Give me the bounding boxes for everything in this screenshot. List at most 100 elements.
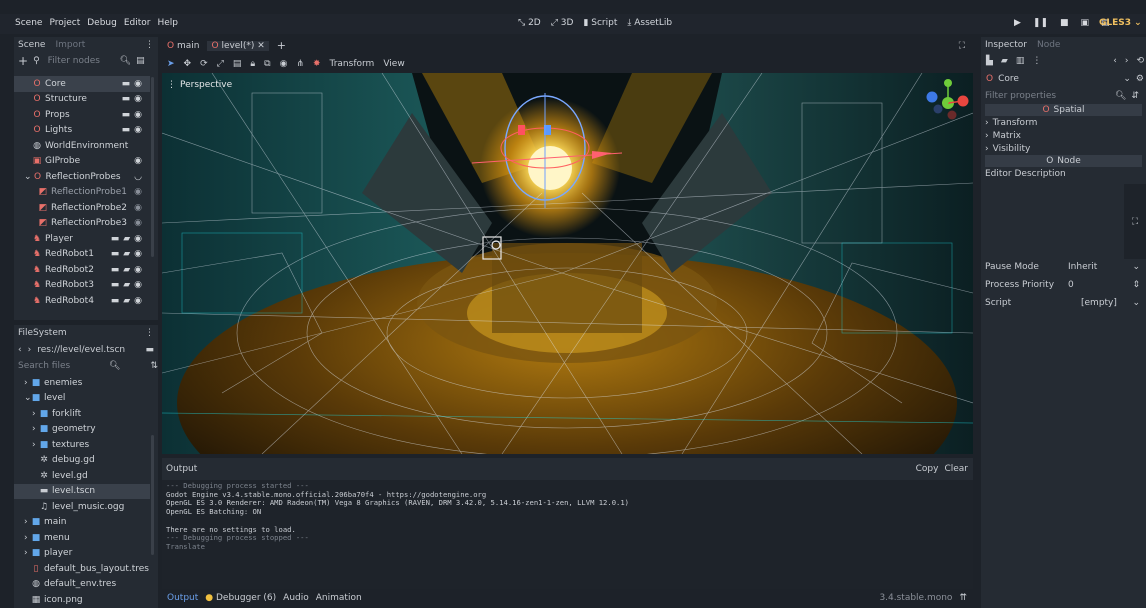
chevron-right-icon[interactable]: › — [24, 533, 31, 543]
mode-3d[interactable]: ⤢ 3D — [551, 18, 574, 28]
visibility-icon[interactable]: ◉ — [134, 110, 142, 120]
script-icon[interactable]: ▰ — [123, 280, 130, 290]
mode-script[interactable]: ▮ Script — [583, 18, 617, 28]
fullscreen-icon[interactable]: ⛶ — [959, 41, 965, 51]
file-item[interactable]: ▬ level.tscn — [14, 483, 150, 499]
scene-node[interactable]: ◩ ReflectionProbe2 ◉ — [14, 200, 150, 216]
transform-menu[interactable]: Transform — [330, 59, 375, 69]
property-group-matrix[interactable]: › Matrix — [985, 129, 1146, 142]
tab-scene[interactable]: Scene — [18, 40, 45, 50]
file-item[interactable]: › ■ forklift — [14, 406, 150, 422]
search-icon[interactable]: 🔍︎ — [1115, 91, 1126, 101]
select-tool-icon[interactable]: ➤ — [167, 59, 175, 69]
menu-editor[interactable]: Editor — [124, 18, 151, 28]
tab-debugger[interactable]: ● Debugger (6) — [205, 593, 276, 603]
close-tab-icon[interactable]: ✕ — [257, 41, 265, 51]
instance-icon[interactable]: ▬ — [111, 249, 120, 259]
tab-animation[interactable]: Animation — [316, 593, 362, 603]
file-item[interactable]: ✲ debug.gd — [14, 453, 150, 469]
inspector-options-icon[interactable]: ⇵ — [1131, 91, 1139, 101]
scene-node[interactable]: ▣ GIProbe ◉ — [14, 154, 150, 170]
save-resource-icon[interactable]: ▥ — [1016, 56, 1025, 66]
scene-node[interactable]: ◩ ReflectionProbe3 ◉ — [14, 216, 150, 232]
split-view-icon[interactable]: ▬ — [145, 345, 154, 355]
property-value[interactable]: [empty] ⌄ — [1068, 298, 1142, 308]
chevron-right-icon[interactable]: › — [32, 409, 39, 419]
visibility-icon[interactable]: ◉ — [134, 234, 142, 244]
output-log[interactable]: --- Debugging process started --- Godot E… — [162, 480, 973, 589]
script-icon[interactable]: ▰ — [123, 265, 130, 275]
scene-node[interactable]: O Props ▬ ◉ — [14, 107, 150, 123]
visibility-icon[interactable]: ◉ — [134, 280, 142, 290]
new-tab-icon[interactable]: + — [277, 39, 286, 52]
file-item[interactable]: › ■ enemies — [14, 375, 150, 391]
scene-tree-scrollbar[interactable] — [151, 77, 154, 257]
scene-node[interactable]: ♞ Player ▬ ▰ ◉ — [14, 231, 150, 247]
file-item[interactable]: ▯ default_bus_layout.tres — [14, 561, 150, 577]
description-expand[interactable]: ⛶ — [1124, 184, 1146, 259]
back-icon[interactable]: ‹ — [18, 345, 22, 355]
search-icon[interactable]: 🔍︎ — [109, 361, 120, 371]
open-resource-icon[interactable]: ▰ — [1001, 56, 1008, 66]
menu-project[interactable]: Project — [49, 18, 80, 28]
stop-icon[interactable]: ■ — [1060, 18, 1069, 28]
pin-panel-icon[interactable]: ⇈ — [959, 593, 967, 603]
menu-scene[interactable]: Scene — [15, 18, 42, 28]
forward-icon[interactable]: › — [28, 345, 32, 355]
instance-icon[interactable]: ▬ — [122, 94, 131, 104]
snap-icon[interactable]: ⋔ — [296, 59, 304, 69]
add-node-icon[interactable]: + — [18, 54, 28, 68]
tab-import[interactable]: Import — [55, 40, 85, 50]
tab-inspector[interactable]: Inspector — [985, 40, 1027, 50]
scene-node[interactable]: ♞ RedRobot3 ▬ ▰ ◉ — [14, 278, 150, 294]
property-group-transform[interactable]: › Transform — [985, 116, 1146, 129]
file-tree-scrollbar[interactable] — [151, 435, 154, 555]
perspective-menu[interactable]: ⋮ Perspective — [167, 80, 232, 90]
chevron-right-icon[interactable]: › — [24, 517, 31, 527]
mode-assetlib[interactable]: ⤓ AssetLib — [627, 18, 672, 28]
chevron-down-icon[interactable]: ⌄ — [24, 393, 32, 403]
chevron-down-icon[interactable]: ⌄ — [24, 172, 32, 182]
chevron-right-icon[interactable]: › — [32, 424, 39, 434]
tab-audio[interactable]: Audio — [283, 593, 309, 603]
property-value[interactable]: 0 ⇕ — [1068, 280, 1142, 290]
script-icon[interactable]: ▰ — [123, 234, 130, 244]
sort-icon[interactable]: ⇅ — [150, 361, 158, 371]
file-item[interactable]: ♫ level_music.ogg — [14, 499, 150, 515]
file-item[interactable]: ▦ icon.png — [14, 592, 150, 608]
file-item[interactable]: › ■ main — [14, 515, 150, 531]
file-item[interactable]: ⌄ ■ level — [14, 391, 150, 407]
property-group-visibility[interactable]: › Visibility — [985, 142, 1146, 155]
file-item[interactable]: ✲ level.gd — [14, 468, 150, 484]
scene-node[interactable]: O Lights ▬ ◉ — [14, 123, 150, 139]
history-forward-icon[interactable]: › — [1125, 56, 1129, 66]
visibility-icon[interactable]: ◉ — [134, 218, 142, 228]
scale-tool-icon[interactable]: ⤢ — [217, 59, 224, 69]
rotate-tool-icon[interactable]: ⟳ — [200, 59, 208, 69]
search-icon[interactable]: 🔍︎ — [120, 56, 131, 66]
instance-icon[interactable]: ▬ — [122, 125, 131, 135]
script-icon[interactable]: ▰ — [123, 296, 130, 306]
move-tool-icon[interactable]: ✥ — [184, 59, 192, 69]
file-item[interactable]: › ■ menu — [14, 530, 150, 546]
list-select-icon[interactable]: ▤ — [233, 59, 242, 69]
resource-menu-icon[interactable]: ⋮ — [1032, 56, 1041, 66]
visibility-icon[interactable]: ◉ — [134, 125, 142, 135]
tab-level[interactable]: O level(*) ✕ — [207, 40, 269, 51]
visibility-icon[interactable]: ◉ — [134, 79, 142, 89]
pause-icon[interactable]: ❚❚ — [1033, 18, 1048, 28]
hidden-icon[interactable]: ◡ — [134, 172, 142, 182]
instance-icon[interactable]: ▬ — [111, 234, 120, 244]
menu-help[interactable]: Help — [158, 18, 179, 28]
instance-icon[interactable]: ▬ — [111, 265, 120, 275]
dock-menu-icon[interactable]: ⋮ — [145, 328, 154, 338]
dock-menu-icon[interactable]: ⋮ — [145, 40, 154, 50]
file-item[interactable]: ◍ default_env.tres — [14, 577, 150, 593]
scene-node[interactable]: ◩ ReflectionProbe1 ◉ — [14, 185, 150, 201]
instance-icon[interactable]: ▬ — [122, 110, 131, 120]
mode-2d[interactable]: ⤡ 2D — [518, 18, 541, 28]
menu-debug[interactable]: Debug — [87, 18, 117, 28]
file-item[interactable]: › ■ geometry — [14, 422, 150, 438]
clear-button[interactable]: Clear — [944, 464, 968, 474]
search-files-input[interactable]: Search files — [18, 361, 79, 371]
